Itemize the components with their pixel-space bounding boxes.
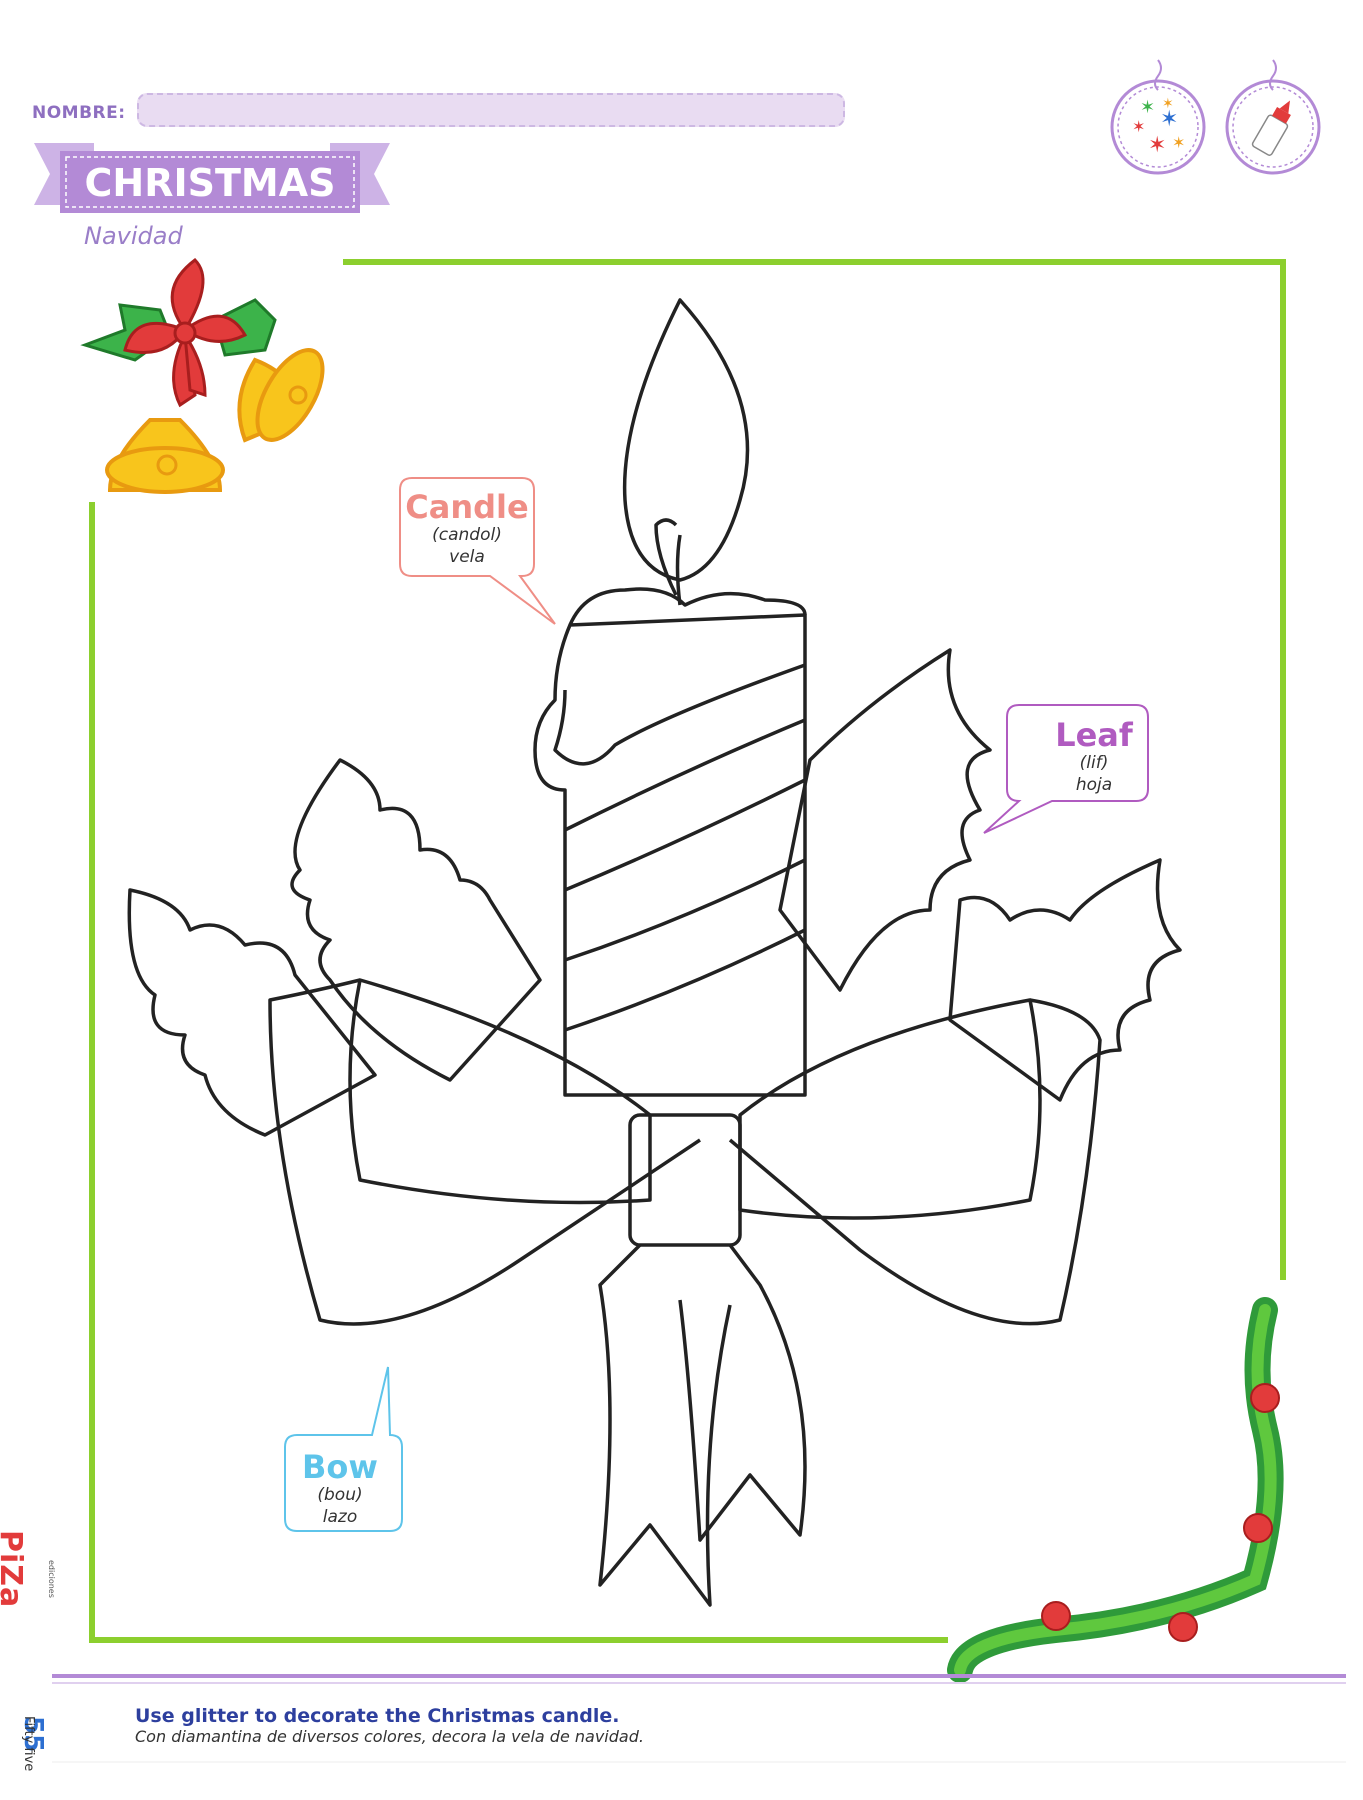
bells-icon xyxy=(80,258,325,494)
bow-label: Bow (bou) lazo xyxy=(284,1366,403,1532)
svg-text:(candol): (candol) xyxy=(432,525,502,545)
page-frame xyxy=(89,259,1286,1643)
title-banner: CHRISTMAS xyxy=(34,143,390,213)
holly-corner-icon xyxy=(947,1297,1284,1683)
svg-text:✶: ✶ xyxy=(1162,96,1174,112)
page-subtitle: Navidad xyxy=(84,222,183,250)
svg-text:Candle: Candle xyxy=(405,488,528,526)
svg-text:Bow: Bow xyxy=(302,1448,378,1486)
publisher-subtitle: ediciones xyxy=(47,1560,56,1598)
candle-label: Candle (candol) vela xyxy=(399,477,556,625)
candle-drawing xyxy=(127,298,1182,1607)
svg-text:vela: vela xyxy=(449,547,485,567)
svg-text:✶: ✶ xyxy=(1172,133,1185,152)
svg-text:(lif): (lif) xyxy=(1080,753,1109,773)
svg-text:✶: ✶ xyxy=(1132,117,1145,136)
svg-text:✶: ✶ xyxy=(1140,97,1155,118)
instruction-spanish: Con diamantina de diversos colores, deco… xyxy=(135,1727,644,1746)
worksheet-artwork: CHRISTMAS ✶ ✶ ✶ ✶ ✶ ✶ Candle (candol) ve… xyxy=(34,59,1346,1763)
glitter-ornament-icon: ✶ ✶ ✶ ✶ ✶ ✶ xyxy=(1110,59,1206,175)
svg-text:Leaf: Leaf xyxy=(1055,716,1134,754)
svg-text:lazo: lazo xyxy=(323,1507,357,1527)
svg-text:hoja: hoja xyxy=(1076,775,1112,795)
page-number-word: Fifty five xyxy=(21,1716,36,1772)
leaf-label: Leaf (lif) hoja xyxy=(983,704,1149,834)
publisher-logo: PiZa xyxy=(0,1530,28,1609)
svg-text:(bou): (bou) xyxy=(317,1485,362,1505)
svg-text:✶: ✶ xyxy=(1148,133,1166,158)
glue-bottle-ornament-icon xyxy=(1225,59,1321,175)
page-title: CHRISTMAS xyxy=(85,161,336,205)
instruction-english: Use glitter to decorate the Christmas ca… xyxy=(135,1705,620,1727)
